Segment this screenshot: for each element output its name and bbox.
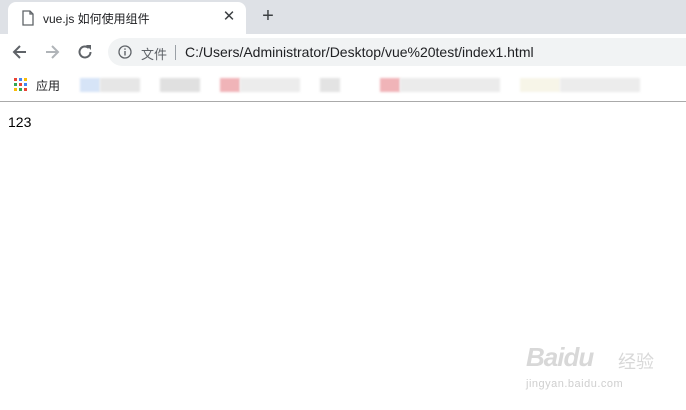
- blurred-bookmark[interactable]: [400, 78, 500, 92]
- url-separator: [175, 45, 176, 60]
- page-text: 123: [8, 114, 32, 130]
- blurred-bookmark[interactable]: [160, 78, 200, 92]
- back-arrow-icon[interactable]: [10, 42, 30, 62]
- reload-icon[interactable]: [75, 42, 95, 62]
- forward-arrow-icon[interactable]: [42, 42, 62, 62]
- watermark-text: 经验: [618, 352, 654, 372]
- active-tab[interactable]: vue.js 如何使用组件 ✕: [8, 2, 246, 34]
- url-text[interactable]: C:/Users/Administrator/Desktop/vue%20tes…: [185, 44, 534, 60]
- apps-grid-icon[interactable]: [14, 78, 27, 91]
- document-icon: [22, 10, 34, 26]
- bookmarks-bar: 应用: [0, 70, 686, 102]
- address-bar[interactable]: 文件 C:/Users/Administrator/Desktop/vue%20…: [108, 38, 686, 66]
- blurred-bookmark[interactable]: [560, 78, 640, 92]
- site-info-label[interactable]: 文件: [141, 44, 167, 63]
- tab-title: vue.js 如何使用组件: [43, 12, 150, 26]
- tab-strip: vue.js 如何使用组件 ✕ +: [0, 0, 686, 34]
- new-tab-button[interactable]: +: [258, 6, 278, 26]
- blurred-bookmark[interactable]: [380, 78, 400, 92]
- close-tab-icon[interactable]: ✕: [222, 9, 236, 24]
- blurred-bookmark[interactable]: [520, 78, 560, 92]
- apps-bookmark-label[interactable]: 应用: [36, 77, 60, 94]
- blurred-bookmark[interactable]: [80, 78, 100, 92]
- blurred-bookmark[interactable]: [320, 78, 340, 92]
- toolbar: 文件 C:/Users/Administrator/Desktop/vue%20…: [0, 34, 686, 70]
- blurred-bookmark[interactable]: [240, 78, 300, 92]
- watermark-logo: Baidu: [526, 342, 594, 372]
- blurred-bookmark[interactable]: [220, 78, 240, 92]
- info-icon[interactable]: [118, 45, 132, 59]
- blurred-bookmark[interactable]: [100, 78, 140, 92]
- watermark: Baidu 经验 jingyan.baidu.com: [526, 340, 666, 400]
- watermark-url: jingyan.baidu.com: [526, 378, 624, 390]
